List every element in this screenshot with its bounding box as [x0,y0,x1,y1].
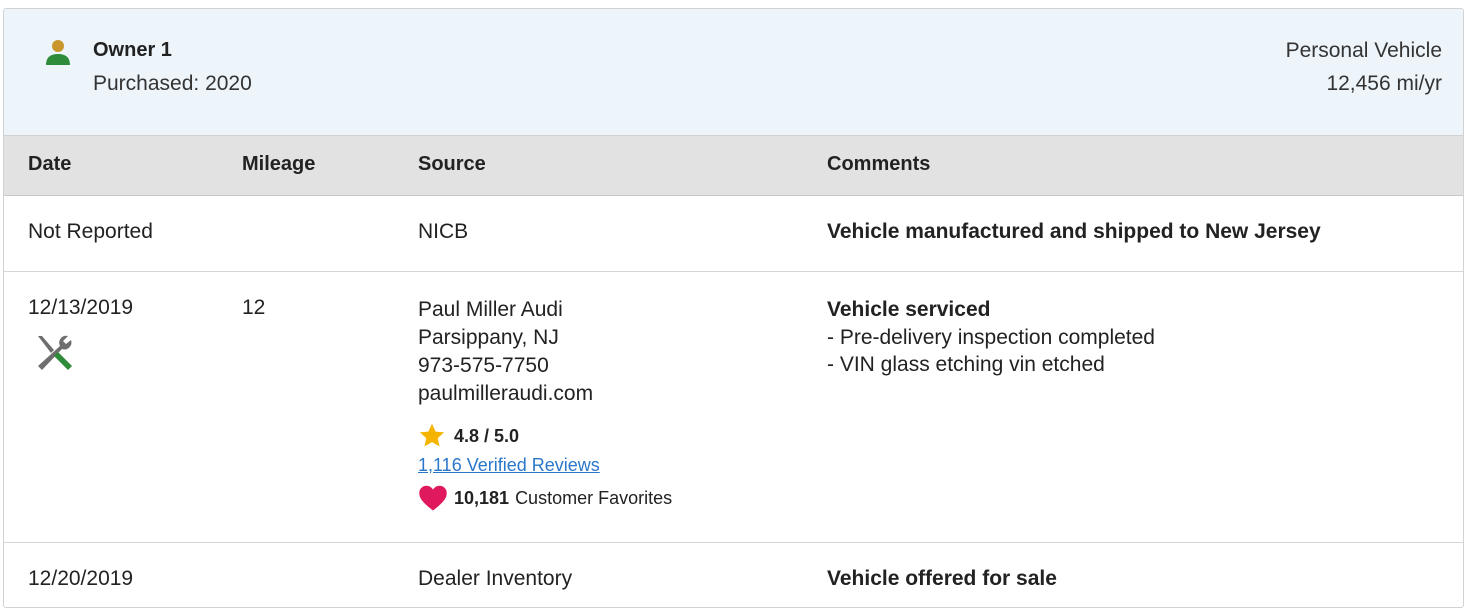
owner-purchased-year: Purchased: 2020 [93,72,252,95]
heart-icon [419,485,447,511]
row-date: Not Reported [28,220,153,243]
column-header-comments: Comments [827,153,931,175]
owner-title: Owner 1 [93,39,172,61]
customer-favorites: 10,181 Customer Favorites [418,484,672,512]
row-comment-title: Vehicle manufactured and shipped to New … [827,220,1321,243]
row-date: 12/13/2019 [28,296,134,319]
ownership-history-card: Owner 1 Purchased: 2020 Personal Vehicle… [3,8,1464,608]
row-source: Paul Miller Audi Parsippany, NJ 973-575-… [418,296,593,408]
row-comment-line: - VIN glass etching vin etched [827,353,1105,376]
dealer-rating: 4.8 / 5.0 [418,422,519,450]
column-header-source: Source [418,153,486,175]
dealer-website: paulmilleraudi.com [418,382,594,405]
row-source: Dealer Inventory [418,567,573,590]
table-row: 12/13/2019 12 Paul Miller Audi Parsippan… [4,272,1463,543]
row-comment-line: - Pre-delivery inspection completed [827,326,1155,349]
owner-usage-type: Personal Vehicle [1285,39,1442,62]
rating-value: 4.8 / 5.0 [454,425,520,446]
person-icon [46,40,70,65]
row-mileage: 12 [242,296,266,319]
row-comments: Vehicle serviced - Pre-delivery inspecti… [827,296,1155,378]
verified-reviews-link[interactable]: 1,116 Verified Reviews [418,455,600,476]
service-wrench-icon [38,335,72,370]
column-header-date: Date [28,153,72,175]
dealer-phone: 973-575-7750 [418,354,549,377]
favorites-count: 10,181 [454,487,510,508]
dealer-location: Parsippany, NJ [418,326,559,349]
column-header-mileage: Mileage [242,153,316,175]
star-icon [419,423,445,447]
row-date: 12/20/2019 [28,567,134,590]
row-source: NICB [418,220,469,243]
table-row: Not Reported NICB Vehicle manufactured a… [4,196,1463,272]
favorites-label: Customer Favorites [515,487,673,508]
row-comment-title: Vehicle offered for sale [827,567,1057,590]
owner-miles-per-year: 12,456 mi/yr [1326,72,1442,95]
history-table-header: Date Mileage Source Comments [4,136,1463,196]
row-comment-title: Vehicle serviced [827,298,991,321]
owner-header: Owner 1 Purchased: 2020 Personal Vehicle… [4,9,1463,136]
table-row: 12/20/2019 Dealer Inventory Vehicle offe… [4,543,1463,607]
dealer-name: Paul Miller Audi [418,298,563,321]
